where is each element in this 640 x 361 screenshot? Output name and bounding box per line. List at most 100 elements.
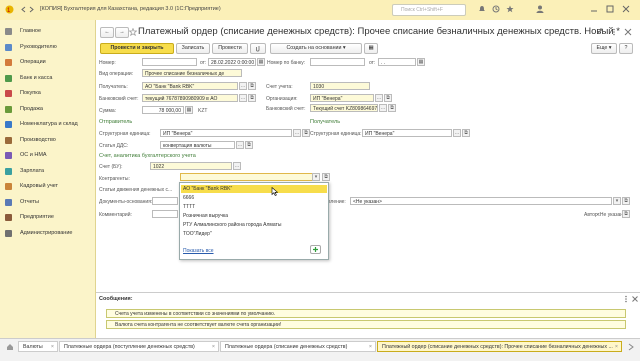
more-menu-icon[interactable] xyxy=(610,28,618,36)
sidebar-item[interactable]: Производство xyxy=(0,135,95,147)
close-icon[interactable] xyxy=(622,5,630,13)
dds-open-button[interactable]: ⧉ xyxy=(245,141,253,149)
tab-current-order[interactable]: Платежный ордер (списание денежных средс… xyxy=(377,341,622,352)
tab-close-icon[interactable]: × xyxy=(615,342,618,351)
add-button[interactable] xyxy=(310,245,321,254)
bank-number-field[interactable] xyxy=(310,58,365,66)
dropdown-item[interactable]: ТТТТ xyxy=(183,204,195,210)
link-icon[interactable] xyxy=(596,28,604,36)
struct-unit2-field[interactable]: ИП "Венера" xyxy=(362,129,452,137)
dropdown-item[interactable]: ТОО"Лидер" xyxy=(183,231,212,237)
organization-field[interactable]: ИП "Венера" xyxy=(310,94,374,102)
messages-menu-icon[interactable] xyxy=(622,295,630,303)
sidebar-item[interactable]: Отчеты xyxy=(0,197,95,209)
tab-currencies[interactable]: Валюты × xyxy=(18,341,58,352)
bu-account-field[interactable]: 1022 xyxy=(150,162,232,170)
tabs-scroll-icon[interactable] xyxy=(627,343,635,351)
show-all-link[interactable]: Показать все xyxy=(183,248,214,254)
dropdown-item[interactable]: РТУ Алмалинского района города Алматы xyxy=(183,222,281,228)
user-icon[interactable] xyxy=(536,5,544,13)
forward-button[interactable]: → xyxy=(115,27,129,38)
date-field[interactable]: 28.02.2022 0:00:00 xyxy=(208,58,256,66)
tab-close-icon[interactable]: × xyxy=(212,342,215,351)
bank-account-field[interactable]: текущий 76787890980909 в АО xyxy=(142,94,238,102)
sum-field[interactable]: 78 000,00 xyxy=(142,106,184,114)
bank-account-select-button[interactable]: … xyxy=(239,94,247,102)
sidebar-item[interactable]: Номенклатура и склад xyxy=(0,119,95,131)
sidebar-item[interactable]: Администрирование xyxy=(0,228,95,240)
subdivision-field[interactable]: <Не указан> xyxy=(350,197,612,205)
maximize-icon[interactable] xyxy=(606,5,614,13)
extra-button-1[interactable]: ▦ xyxy=(364,43,378,54)
dropdown-item[interactable]: Розничная выручка xyxy=(183,213,228,219)
post-and-close-button[interactable]: Провести и закрыть xyxy=(100,43,174,54)
struct-unit-select-button[interactable]: … xyxy=(293,129,301,137)
sidebar-item[interactable]: Банк и касса xyxy=(0,73,95,85)
message-item[interactable]: Счета учета изменены в соответствии со з… xyxy=(106,309,626,318)
counterparty-open-button[interactable]: ⧉ xyxy=(322,173,330,181)
subdivision-select-button[interactable]: ▾ xyxy=(613,197,621,205)
home-icon[interactable] xyxy=(6,343,14,351)
bank-date-picker-button[interactable]: ▦ xyxy=(417,58,425,66)
org-bank-account-field[interactable]: Текущий счет KZ809864697769799 xyxy=(310,104,378,112)
bu-account-select-button[interactable]: … xyxy=(233,162,241,170)
org-bank-account-select-button[interactable]: … xyxy=(379,104,387,112)
organization-select-button[interactable]: … xyxy=(375,94,383,102)
back-button[interactable]: ← xyxy=(100,27,114,38)
author-open-button[interactable]: ⧉ xyxy=(622,210,630,218)
counterparty-dropdown-button[interactable]: ▾ xyxy=(312,173,320,181)
notification-icon[interactable] xyxy=(478,5,486,13)
org-bank-account-open-button[interactable]: ⧉ xyxy=(388,104,396,112)
comment-field[interactable] xyxy=(152,210,178,218)
attach-button[interactable] xyxy=(250,43,266,54)
back-icon[interactable] xyxy=(20,6,27,13)
counterparty-field[interactable] xyxy=(180,173,320,181)
dropdown-item[interactable]: АО "Банк "Bank RBK" xyxy=(183,186,232,192)
sidebar-item[interactable]: Кадровый учет xyxy=(0,181,95,193)
sidebar-item[interactable]: Предприятие xyxy=(0,212,95,224)
payer-select-button[interactable]: … xyxy=(239,82,247,90)
close-form-icon[interactable] xyxy=(624,28,632,36)
struct-unit2-select-button[interactable]: … xyxy=(453,129,461,137)
dds-select-button[interactable]: … xyxy=(236,141,244,149)
sidebar-item[interactable]: Зарплата xyxy=(0,166,95,178)
payer-open-button[interactable]: ⧉ xyxy=(248,82,256,90)
organization-open-button[interactable]: ⧉ xyxy=(384,94,392,102)
message-item[interactable]: Валюта счета контрагента не соответствуе… xyxy=(106,320,626,329)
tab-outgoing-orders[interactable]: Платежные ордера (списание денежных сред… xyxy=(220,341,376,352)
bank-date-field[interactable]: . . xyxy=(378,58,416,66)
number-field[interactable] xyxy=(142,58,197,66)
star-icon[interactable] xyxy=(506,5,514,13)
messages-close-icon[interactable] xyxy=(631,295,639,303)
subdivision-open-button[interactable]: ⧉ xyxy=(622,197,630,205)
more-button[interactable]: Еще ▾ xyxy=(591,43,617,54)
tab-close-icon[interactable]: × xyxy=(369,342,372,351)
help-button[interactable]: ? xyxy=(619,43,633,54)
dds-field[interactable]: конвертация валюты xyxy=(160,141,235,149)
forward-icon[interactable] xyxy=(28,6,35,13)
document-field[interactable] xyxy=(152,197,178,205)
sidebar-item[interactable]: Продажа xyxy=(0,104,95,116)
account-field[interactable]: 1030 xyxy=(310,82,370,90)
history-icon[interactable] xyxy=(492,5,500,13)
payer-field[interactable]: АО "Банк "Bank RBK" xyxy=(142,82,238,90)
favorite-star-icon[interactable] xyxy=(129,28,137,36)
sidebar-item[interactable]: Операции xyxy=(0,57,95,69)
minimize-icon[interactable] xyxy=(590,5,598,13)
sidebar-item[interactable]: Покупка xyxy=(0,88,95,100)
date-picker-button[interactable]: ▦ xyxy=(257,58,265,66)
sidebar-item[interactable]: Руководителю xyxy=(0,42,95,54)
post-button[interactable]: Провести xyxy=(212,43,248,54)
bank-account-open-button[interactable]: ⧉ xyxy=(248,94,256,102)
struct-unit-field[interactable]: ИП "Венера" xyxy=(160,129,292,137)
dropdown-item[interactable]: 6666 xyxy=(183,195,194,201)
tab-incoming-orders[interactable]: Платежные ордера (поступление денежных с… xyxy=(59,341,219,352)
create-based-on-button[interactable]: Создать на основании ▾ xyxy=(270,43,362,54)
sidebar-item[interactable]: ОС и НМА xyxy=(0,150,95,162)
save-button[interactable]: Записать xyxy=(176,43,210,54)
tab-close-icon[interactable]: × xyxy=(51,342,54,351)
operation-field[interactable]: Прочее списание безналичных де xyxy=(142,69,242,77)
struct-unit2-open-button[interactable]: ⧉ xyxy=(462,129,470,137)
search-box[interactable]: Поиск Ctrl+Shift+F xyxy=(392,4,466,16)
struct-unit-open-button[interactable]: ⧉ xyxy=(302,129,310,137)
